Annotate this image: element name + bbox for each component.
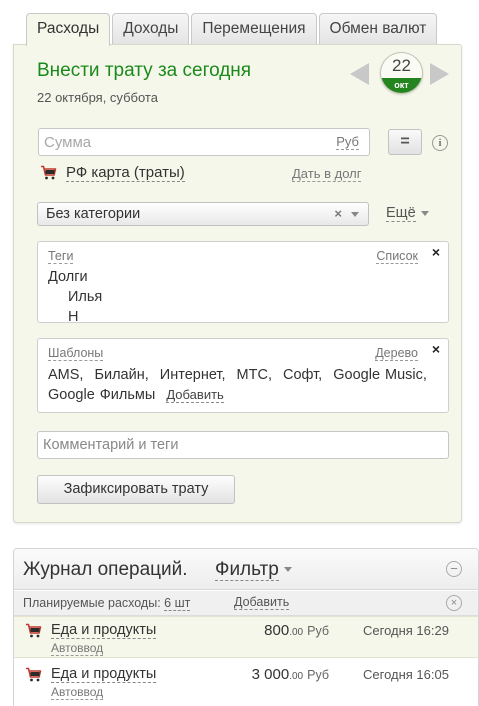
cart-icon [25, 667, 42, 687]
date-picker-badge[interactable]: 22 окт [380, 52, 423, 94]
tag-item[interactable]: Илья [68, 289, 102, 305]
comment-placeholder: Комментарий и теги [43, 437, 179, 453]
form-title: Внести трату за сегодня [37, 60, 252, 81]
add-planned-link[interactable]: Добавить [234, 596, 290, 610]
account-selector[interactable]: РФ карта (траты) [66, 164, 185, 182]
templates-list: AMS, Билайн, Интернет, МТС, Софт, Google… [48, 365, 443, 405]
planned-expenses-bar: Планируемые расходы: 6 шт Добавить × [14, 591, 478, 616]
template-item[interactable]: Билайн, [94, 367, 148, 383]
close-icon[interactable]: × [446, 595, 462, 611]
chevron-left-icon[interactable] [350, 63, 369, 85]
category-select[interactable]: Без категории × [37, 202, 369, 226]
row-source[interactable]: Автоввод [51, 642, 104, 656]
row-amount: 3 000.00 Руб [219, 666, 329, 683]
form-date-text: 22 октября, суббота [37, 90, 158, 105]
journal-header: Журнал операций. Фильтр − [14, 549, 478, 590]
amount-placeholder: Сумма [44, 134, 92, 151]
templates-box: Шаблоны Дерево × AMS, Билайн, Интернет, … [37, 338, 449, 413]
row-currency: Руб [307, 624, 329, 638]
tags-header: Теги [48, 249, 74, 264]
row-amount-value: 800 [264, 622, 290, 639]
journal-row[interactable]: Еда и продукты Автоввод 3 000.00 Руб Сего… [14, 661, 478, 703]
date-badge-month: окт [381, 78, 422, 93]
amount-input[interactable]: Сумма Руб [38, 128, 370, 156]
template-item[interactable]: Google Music, [333, 367, 427, 383]
more-options-dropdown[interactable]: Ещё [386, 205, 429, 222]
row-amount: 800.00 Руб [219, 622, 329, 639]
row-amount-value: 3 000 [251, 666, 290, 683]
close-icon[interactable]: × [334, 206, 342, 221]
minus-circle-icon[interactable]: − [446, 561, 462, 577]
planned-label: Планируемые расходы: 6 шт [23, 596, 191, 611]
row-amount-decimals: .00 [289, 627, 304, 638]
row-category[interactable]: Еда и продукты [51, 666, 157, 683]
tab-income[interactable]: Доходы [112, 13, 190, 44]
tags-list-link[interactable]: Список [376, 249, 418, 264]
journal-title: Журнал операций. [23, 559, 188, 580]
comment-input[interactable]: Комментарий и теги [37, 431, 449, 459]
tab-currency-exchange[interactable]: Обмен валют [318, 13, 438, 44]
currency-selector[interactable]: Руб [336, 135, 359, 150]
planned-count[interactable]: 6 шт [164, 596, 191, 611]
tags-box: Теги Список × Долги Илья Н [37, 241, 449, 323]
tab-expenses[interactable]: Расходы [26, 13, 111, 46]
planned-label-text: Планируемые расходы: [23, 596, 161, 610]
cart-icon [40, 165, 57, 185]
row-currency: Руб [307, 668, 329, 682]
tab-transfers[interactable]: Перемещения [191, 13, 317, 44]
close-icon[interactable]: × [432, 341, 440, 357]
category-value: Без категории [46, 206, 141, 222]
row-source[interactable]: Автоввод [51, 686, 104, 700]
more-label: Ещё [386, 205, 416, 222]
template-item[interactable]: Софт, [283, 367, 322, 383]
tab-bar: Расходы Доходы Перемещения Обмен валют [26, 13, 439, 46]
dropdown-arrow-icon[interactable] [351, 212, 359, 217]
expense-form-panel: Внести трату за сегодня 22 октября, субб… [13, 44, 462, 523]
template-item[interactable]: Интернет, [160, 367, 226, 383]
add-template-link[interactable]: Добавить [166, 387, 224, 403]
template-item[interactable]: МТС, [237, 367, 272, 383]
row-time: Сегодня 16:05 [363, 667, 449, 682]
tag-item[interactable]: Н [68, 309, 78, 322]
lend-money-link[interactable]: Дать в долг [292, 167, 362, 182]
dropdown-arrow-icon [283, 567, 292, 573]
operations-journal: Журнал операций. Фильтр − Планируемые ра… [13, 548, 479, 706]
dropdown-arrow-icon [420, 210, 429, 216]
calculate-button[interactable]: = [388, 129, 422, 155]
submit-expense-button[interactable]: Зафиксировать трату [37, 475, 235, 504]
filter-label: Фильтр [215, 559, 279, 581]
tag-item[interactable]: Долги [48, 269, 88, 285]
journal-row[interactable]: Еда и продукты Автоввод 800.00 Руб Сегодн… [14, 616, 478, 658]
chevron-right-icon[interactable] [430, 63, 449, 85]
journal-filter-dropdown[interactable]: Фильтр [215, 559, 292, 581]
templates-header: Шаблоны [48, 346, 104, 361]
info-icon[interactable]: i [432, 135, 448, 151]
close-icon[interactable]: × [432, 244, 440, 260]
cart-icon [25, 623, 42, 643]
row-time: Сегодня 16:29 [363, 623, 449, 638]
row-category[interactable]: Еда и продукты [51, 622, 157, 639]
date-badge-day: 22 [392, 56, 411, 75]
row-amount-decimals: .00 [289, 671, 304, 682]
template-item[interactable]: AMS, [48, 367, 83, 383]
templates-tree-link[interactable]: Дерево [375, 346, 418, 361]
template-item[interactable]: Google Фильмы [48, 387, 155, 403]
